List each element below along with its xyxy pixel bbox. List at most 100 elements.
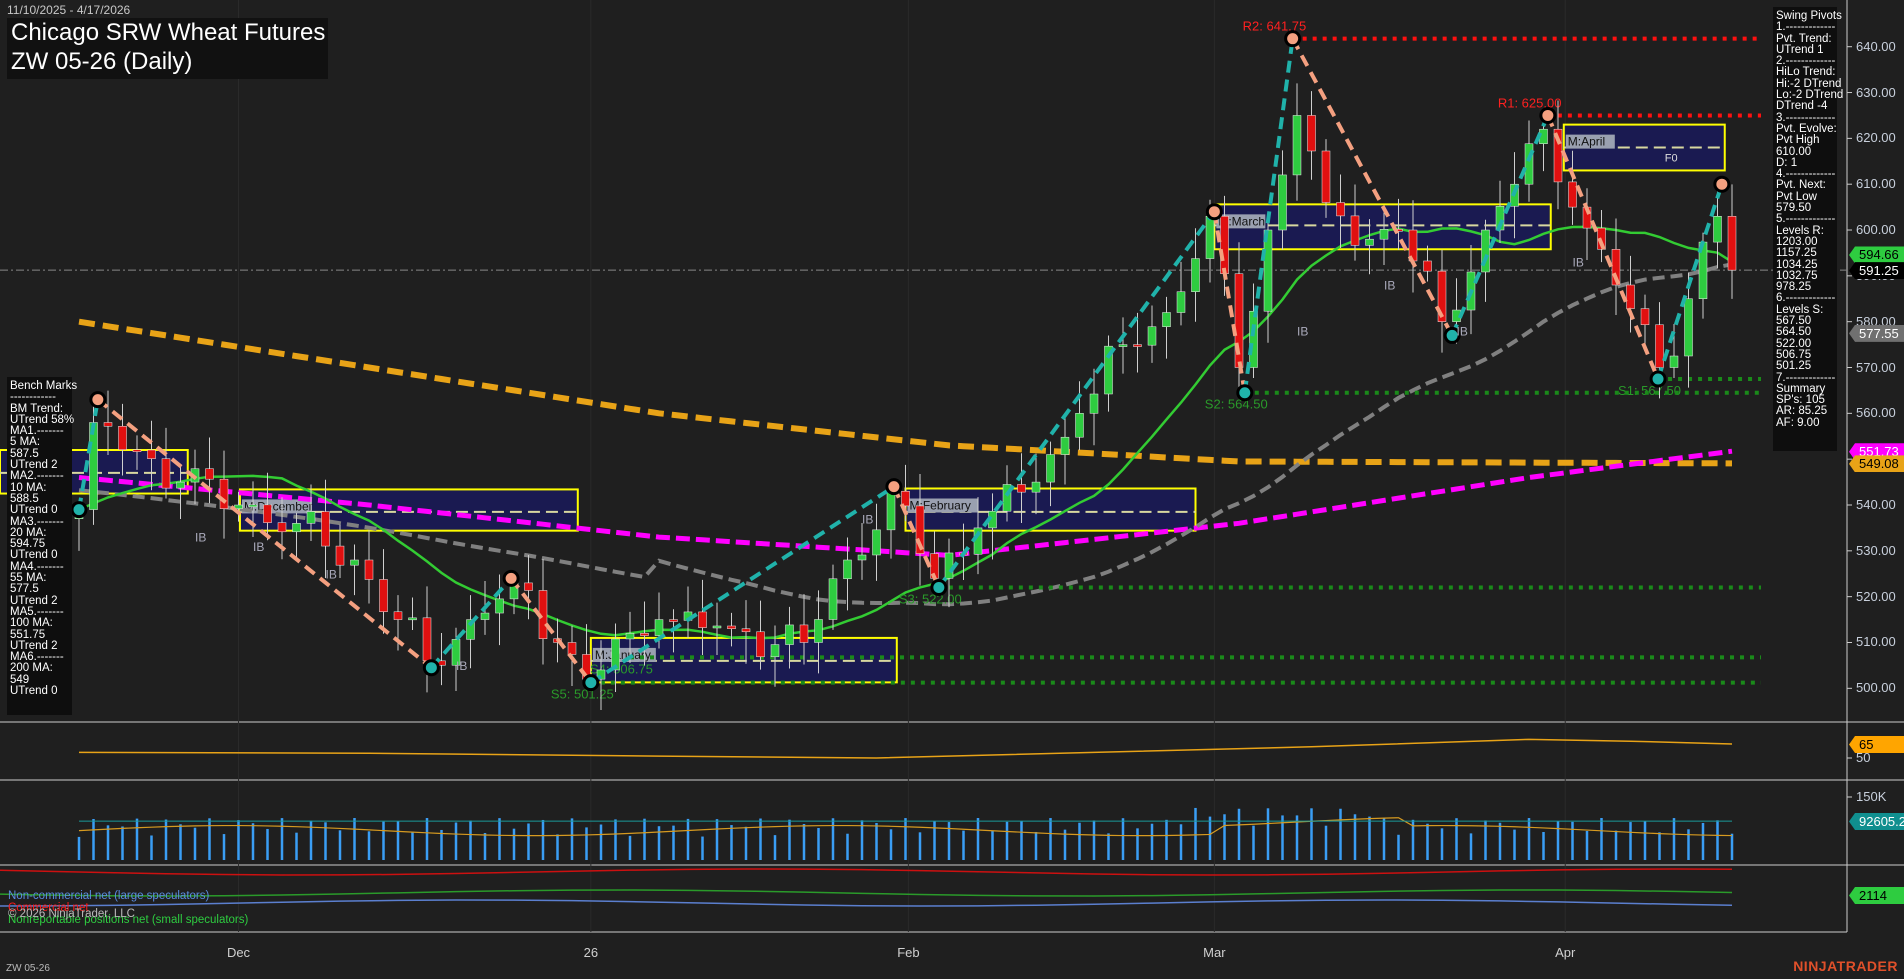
candle-body <box>1147 326 1157 346</box>
candle-body <box>350 559 359 566</box>
swing-low-pivot <box>422 659 440 677</box>
candle <box>1147 305 1157 363</box>
candle-body <box>364 559 374 580</box>
y-tick-label: 560.00 <box>1856 405 1896 421</box>
swing-low-pivot <box>70 501 88 519</box>
candle <box>422 586 432 693</box>
candle-body <box>321 511 330 547</box>
price-chart[interactable]: M:DecemberM:JanuaryM:FebruaryM:MarchM:Ap… <box>0 0 1904 979</box>
candle-body <box>335 545 345 566</box>
candle-body <box>480 612 490 620</box>
candle <box>1234 242 1244 399</box>
cot-line <box>0 868 1733 876</box>
candle <box>364 530 374 604</box>
legend-noncommercial: Non-commercial net (large speculators) <box>8 890 210 902</box>
level-label: S1: 567.50 <box>1618 383 1681 398</box>
swing-high-pivot <box>1284 30 1302 48</box>
swing-pivot-line: DTrend -4 <box>1776 100 1828 113</box>
candle-body <box>1568 181 1577 208</box>
candle-body <box>698 611 707 628</box>
candle-body <box>1365 238 1374 246</box>
x-tick-label: Mar <box>1203 945 1226 960</box>
bench-mark-line: UTrend 0 <box>10 504 58 517</box>
month-label: M:April <box>1568 135 1605 149</box>
candle-body <box>248 504 258 508</box>
candle <box>1626 255 1635 333</box>
candle-body <box>799 624 809 643</box>
candle-body <box>1031 481 1041 493</box>
y-tick-label: 600.00 <box>1856 222 1896 238</box>
candle-body <box>393 611 403 620</box>
candle-body <box>1423 260 1432 272</box>
swing-zigzag-leg <box>1290 37 1454 337</box>
y-tick-label: 610.00 <box>1856 176 1896 192</box>
swing-pivot-line: AF: 9.00 <box>1776 416 1820 429</box>
y-tick-label: 640.00 <box>1856 38 1896 54</box>
candle-body <box>1176 291 1186 313</box>
candle-body <box>1220 216 1229 274</box>
bench-mark-line: MA2.------- <box>10 470 64 483</box>
candle-body <box>1713 216 1722 243</box>
swing-pivots-panel: Swing Pivots 1.------------- Pvt. Trend: UT… <box>1773 7 1843 451</box>
candle <box>1075 381 1084 451</box>
candle <box>1713 189 1722 268</box>
swing-pivot-line: 564.50 <box>1776 326 1812 339</box>
candle-body <box>785 624 794 645</box>
candle-body <box>1292 115 1302 176</box>
candle <box>1423 245 1432 282</box>
candle-body <box>176 481 185 489</box>
candle-body <box>1669 355 1679 368</box>
candle-body <box>292 523 301 533</box>
candle-body <box>625 633 635 640</box>
ib-label: IB <box>1297 324 1308 338</box>
y-tick-label: 510.00 <box>1856 634 1896 650</box>
candle-body <box>1655 324 1664 368</box>
candle-body <box>103 422 113 427</box>
swing-pivot-line: Pvt High <box>1776 134 1820 147</box>
candle-body <box>727 625 736 629</box>
swing-high-pivot <box>1205 203 1223 221</box>
candle <box>1307 91 1316 180</box>
instrument-title: Chicago SRW Wheat Futures <box>11 19 326 46</box>
oscillator-line <box>78 738 1733 759</box>
candle-body <box>422 617 432 662</box>
candle-body <box>379 579 388 613</box>
y-tick-label: 570.00 <box>1856 359 1896 375</box>
swing-low-pivot <box>1649 370 1667 388</box>
swing-pivot-line: 1157.25 <box>1776 247 1817 260</box>
candle-body <box>814 619 823 643</box>
swing-high-pivot <box>885 478 903 496</box>
y-tick-label: 520.00 <box>1856 588 1896 604</box>
candle <box>1118 317 1128 374</box>
candle <box>1727 184 1737 299</box>
month-extra-label: F0 <box>1665 153 1678 165</box>
candle-body <box>1336 202 1345 217</box>
bench-marks-panel: Bench Marks ------------ BM Trend: UTrend 5… <box>7 377 77 715</box>
candle-body <box>1060 436 1070 455</box>
candle-body <box>741 628 751 633</box>
candle <box>495 574 504 646</box>
candle-body <box>669 619 678 622</box>
ninjatrader-logo: NINJATRADER <box>1793 958 1898 974</box>
level-label: S3: 522.00 <box>899 591 962 606</box>
candle-body <box>1640 308 1650 326</box>
level-label: S2: 564.50 <box>1205 397 1268 412</box>
footer-symbol: ZW 05-26 <box>6 963 50 974</box>
instrument-symbol: ZW 05-26 (Daily) <box>11 48 193 75</box>
candle <box>219 450 229 539</box>
ib-label: IB <box>253 540 264 554</box>
candle-body <box>1017 484 1026 493</box>
candle-body <box>1321 150 1331 203</box>
candle <box>1292 83 1302 201</box>
candle-body <box>712 625 722 629</box>
x-tick-label: 26 <box>583 945 599 960</box>
candle <box>1582 188 1592 261</box>
candle <box>335 524 345 579</box>
candle <box>1060 413 1070 485</box>
swing-pivot-line: 501.25 <box>1776 360 1812 373</box>
ib-label: IB <box>326 567 337 581</box>
candle <box>350 544 359 596</box>
candle-body <box>872 529 881 556</box>
candle-body <box>770 644 780 658</box>
candle-body <box>567 642 577 655</box>
